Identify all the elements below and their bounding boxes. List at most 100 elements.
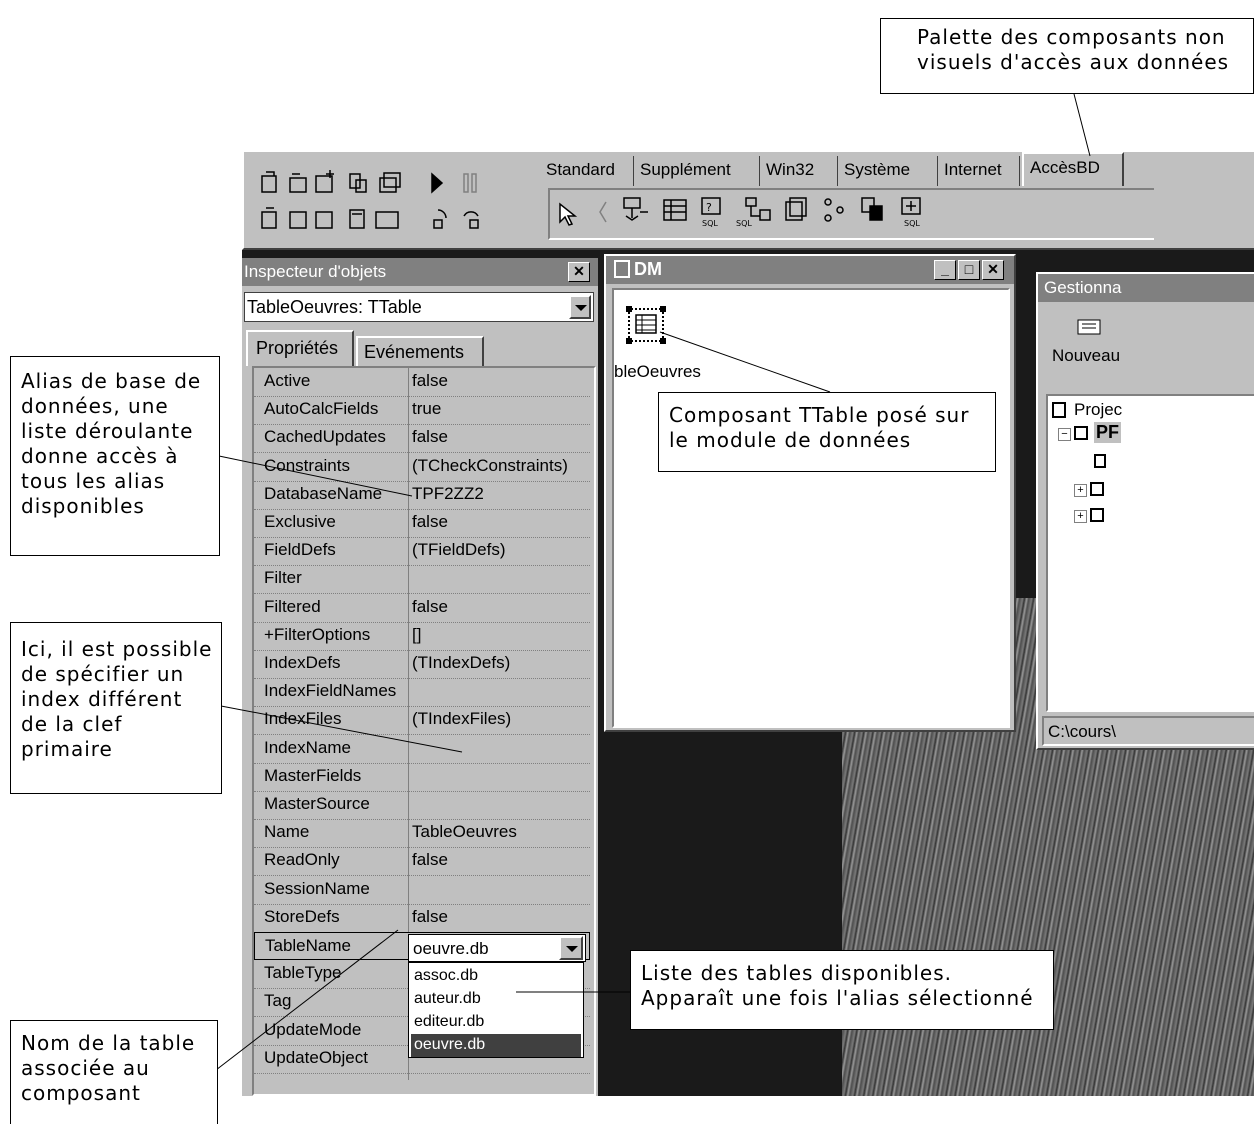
property-row[interactable]: IndexName: [254, 735, 590, 764]
property-value[interactable]: (TIndexFiles): [412, 709, 592, 729]
property-row[interactable]: FieldDefs (TFieldDefs): [254, 537, 592, 567]
minimize-button[interactable]: _: [934, 260, 956, 280]
inspector-titlebar: Inspecteur d'objets ✕: [242, 258, 598, 286]
property-row[interactable]: DatabaseName TPF2ZZ2: [254, 481, 590, 510]
run-icon: [431, 172, 444, 194]
property-row[interactable]: SessionName: [254, 876, 590, 905]
tab-internet[interactable]: Internet: [938, 156, 1020, 186]
callout-alias: Alias de base de données, une liste déro…: [10, 356, 220, 556]
property-row[interactable]: ReadOnly false: [254, 847, 592, 877]
new-form-icon: [375, 211, 399, 229]
tablename-combobox[interactable]: oeuvre.db: [408, 934, 586, 962]
table-icon: [635, 314, 657, 334]
property-value[interactable]: TPF2ZZ2: [412, 484, 592, 504]
copy-icon: [349, 173, 367, 193]
property-name: IndexDefs: [264, 653, 341, 672]
dm-title: DM: [634, 259, 662, 279]
property-value[interactable]: false: [412, 850, 592, 870]
tab-systeme[interactable]: Système: [838, 156, 938, 186]
property-row[interactable]: Filter: [254, 565, 590, 595]
property-value[interactable]: (TFieldDefs): [412, 540, 592, 560]
expand-icon[interactable]: +: [1074, 484, 1087, 497]
property-name: Name: [264, 822, 310, 842]
property-row[interactable]: Exclusive false: [254, 509, 590, 538]
property-value[interactable]: []: [412, 625, 592, 645]
collapse-icon[interactable]: −: [1058, 428, 1071, 441]
object-selector[interactable]: TableOeuvres: TTable: [244, 292, 594, 322]
storedproc-icon: SQL: [736, 197, 771, 228]
property-name: Tag: [264, 991, 292, 1011]
property-name: Active: [264, 371, 311, 390]
dropdown-item-auteur[interactable]: auteur.db: [411, 988, 581, 1011]
tab-standard[interactable]: Standard: [540, 156, 634, 186]
chevron-down-icon: [575, 305, 587, 311]
tablename-dropdown-button[interactable]: [559, 936, 583, 960]
property-row[interactable]: Active false: [254, 368, 590, 397]
tab-events[interactable]: Evénements: [356, 336, 484, 366]
property-value[interactable]: TableOeuvres: [412, 822, 592, 842]
tablename-dropdown-list: assoc.db auteur.db editeur.db oeuvre.db: [408, 962, 584, 1058]
dropdown-item-assoc[interactable]: assoc.db: [411, 965, 581, 988]
property-row[interactable]: +FilterOptions []: [254, 622, 590, 651]
property-name: MasterSource: [264, 794, 370, 813]
property-value[interactable]: false: [412, 427, 592, 447]
property-name: Filter: [264, 568, 302, 588]
project-tree: Projec − PF + +: [1046, 394, 1254, 712]
callout-ttable: Composant TTable posé sur le module de d…: [658, 392, 996, 472]
new-icon: [261, 171, 277, 193]
property-value[interactable]: true: [412, 399, 592, 419]
trace-into-icon: [463, 211, 479, 229]
property-value[interactable]: (TIndexDefs): [412, 653, 592, 673]
tree-child-label[interactable]: PF: [1094, 422, 1122, 443]
new-project-button[interactable]: Nouveau: [1044, 314, 1154, 374]
property-row[interactable]: IndexFieldNames: [254, 678, 590, 708]
pause-icon: [463, 173, 477, 193]
property-name: Exclusive: [264, 512, 336, 531]
property-value[interactable]: false: [412, 907, 592, 927]
svg-text:SQL: SQL: [736, 219, 752, 228]
tab-accesbd[interactable]: AccèsBD: [1022, 152, 1124, 186]
close-button[interactable]: ✕: [982, 260, 1004, 280]
tab-properties[interactable]: Propriétés: [246, 330, 354, 366]
data-module-icon: [614, 260, 630, 278]
tab-supplement[interactable]: Supplément: [634, 156, 760, 186]
dropdown-item-editeur[interactable]: editeur.db: [411, 1011, 581, 1034]
property-name: Constraints: [264, 455, 350, 475]
palette-components[interactable]: ? SQL SQL SQL: [550, 190, 970, 234]
open-icon: [289, 173, 307, 193]
property-row[interactable]: Filtered false: [254, 594, 590, 623]
speedbar-icons[interactable]: [258, 168, 528, 240]
property-row[interactable]: Constraints (TCheckConstraints): [254, 453, 590, 482]
property-row[interactable]: IndexDefs (TIndexDefs): [254, 650, 590, 679]
object-inspector: Inspecteur d'objets ✕ TableOeuvres: TTab…: [242, 258, 598, 1096]
ttable-component[interactable]: [626, 306, 666, 344]
property-row[interactable]: MasterFields: [254, 763, 590, 792]
tab-win32[interactable]: Win32: [760, 156, 838, 186]
palette-strip: ? SQL SQL SQL: [548, 188, 1154, 240]
property-value[interactable]: false: [412, 512, 592, 532]
property-name: IndexName: [264, 737, 351, 757]
callout-palette: Palette des composants non visuels d'acc…: [880, 18, 1254, 94]
project-group-icon: [1052, 402, 1066, 418]
property-row[interactable]: Name TableOeuvres: [254, 819, 592, 849]
property-row[interactable]: CachedUpdates false: [254, 424, 592, 454]
property-value[interactable]: (TCheckConstraints): [412, 456, 592, 476]
close-button[interactable]: ✕: [568, 262, 590, 282]
object-selector-dropdown-button[interactable]: [569, 295, 591, 319]
property-name: SessionName: [264, 878, 370, 898]
property-name: Filtered: [264, 596, 321, 616]
property-value[interactable]: false: [412, 597, 592, 617]
dropdown-item-oeuvre[interactable]: oeuvre.db: [411, 1034, 581, 1057]
property-row[interactable]: IndexFiles (TIndexFiles): [254, 706, 592, 736]
property-row[interactable]: AutoCalcFields true: [254, 396, 592, 426]
tree-root-label[interactable]: Projec: [1074, 400, 1122, 420]
expand-icon[interactable]: +: [1074, 510, 1087, 523]
maximize-button[interactable]: □: [958, 260, 980, 280]
property-name: MasterFields: [264, 765, 362, 785]
svg-text:SQL: SQL: [904, 219, 920, 228]
property-row[interactable]: StoreDefs false: [254, 904, 590, 933]
property-value[interactable]: false: [412, 371, 592, 391]
callout-index: Ici, il est possible de spécifier un ind…: [10, 622, 222, 794]
property-row[interactable]: MasterSource: [254, 791, 590, 820]
property-name: AutoCalcFields: [264, 399, 379, 419]
